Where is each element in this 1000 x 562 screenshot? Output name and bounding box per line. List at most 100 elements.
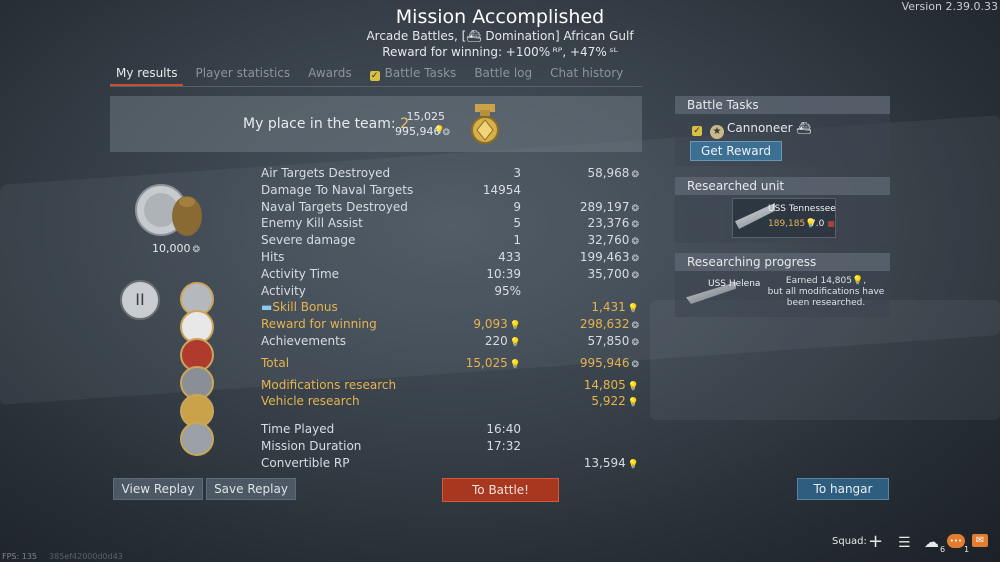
mail-icon[interactable]: ✉	[972, 534, 988, 547]
stat-reward: 289,197 ❂	[580, 200, 639, 214]
total-sl-value: 995,946	[579, 355, 630, 370]
research-status: Earned 14,805💡, but all modifications hav…	[767, 276, 885, 308]
silver-lion-icon: ❂	[631, 237, 639, 248]
research-row: Vehicle research 5,922 💡	[261, 394, 651, 411]
achievement-icon[interactable]	[180, 422, 214, 456]
tab-battle-tasks[interactable]: ✓ Battle Tasks	[364, 64, 463, 84]
tab-my-results[interactable]: My results	[110, 64, 184, 86]
unit-br-value: 7.0	[810, 219, 825, 229]
get-reward-button[interactable]: Get Reward	[690, 141, 782, 161]
stat-label: Achievements	[261, 333, 347, 348]
stats-table: Air Targets Destroyed 3 58,968 ❂ Damage To …	[261, 166, 651, 473]
save-replay-button[interactable]: Save Replay	[206, 478, 296, 500]
tab-bar: My results Player statistics Awards ✓ Bat…	[110, 64, 635, 86]
stat-count: 1	[513, 233, 521, 248]
total-rp: 15,025 💡	[466, 356, 521, 370]
tab-divider	[110, 86, 642, 87]
medal-icon[interactable]	[470, 104, 500, 144]
squad-label: Squad:	[832, 536, 867, 547]
rp-icon: 💡	[627, 304, 639, 315]
stat-reward: 298,632 ❂	[580, 317, 639, 331]
friends-count: 6	[940, 545, 946, 554]
research-unit-name[interactable]: USS Helena	[708, 279, 760, 289]
silver-lion-icon: ❂	[631, 321, 639, 332]
time-label: Mission Duration	[261, 438, 362, 453]
build-hash: 385ef42000d0d43	[49, 552, 123, 561]
stat-row: Achievements 220 💡 57,850 ❂	[261, 334, 651, 351]
research-value: 5,922 💡	[591, 394, 639, 408]
team-place-label: My place in the team:	[243, 116, 396, 132]
checkbox-icon: ✓	[692, 126, 702, 136]
list-icon[interactable]: ☰	[898, 535, 911, 551]
stat-reward: 1,431 💡	[591, 300, 639, 314]
left-reward: 10,000 ❂	[152, 242, 200, 255]
achievement-stack[interactable]	[180, 282, 214, 456]
rp-icon: 💡	[509, 321, 521, 332]
convertible-label: Convertible RP	[261, 455, 350, 470]
stat-label: Activity Time	[261, 266, 340, 281]
chat-icon[interactable]: •••	[947, 534, 965, 548]
tab-awards[interactable]: Awards	[302, 64, 357, 84]
place-sl-value: 995,946	[395, 125, 441, 138]
unit-rp-value: 189,185	[768, 219, 806, 229]
stat-reward: 199,463 ❂	[580, 250, 639, 264]
stat-rp-value: 9,093	[473, 317, 508, 332]
stat-reward-value: 35,700	[587, 266, 630, 281]
stat-row: Air Targets Destroyed 3 58,968 ❂	[261, 166, 651, 183]
add-squad-member-icon[interactable]: +	[868, 531, 883, 552]
friends-icon[interactable]: ☁	[924, 533, 939, 551]
stat-count: 3	[513, 166, 521, 180]
stat-label: Naval Targets Destroyed	[261, 199, 408, 214]
stat-reward: 32,760 ❂	[587, 233, 639, 247]
chat-count: 1	[964, 545, 970, 554]
unit-br: 7.0 ▦	[810, 219, 835, 229]
stat-count: 220 💡	[485, 334, 521, 348]
stat-row: Severe damage 1 32,760 ❂	[261, 233, 651, 250]
stat-row: ▬Skill Bonus 1,431 💡	[261, 300, 651, 317]
stat-reward-value: 32,760	[587, 233, 630, 248]
convertible-value-text: 13,594	[583, 455, 626, 470]
time-value: 16:40	[486, 422, 521, 437]
research-value: 14,805 💡	[584, 378, 639, 392]
background-ship-2	[650, 300, 1000, 420]
stat-row: Naval Targets Destroyed 9 289,197 ❂	[261, 200, 651, 217]
convertible-row: Convertible RP 13,594 💡	[261, 456, 651, 473]
silver-lions-reward-icon	[135, 184, 202, 236]
stat-reward-value: 57,850	[587, 333, 630, 348]
tab-battle-log[interactable]: Battle log	[468, 64, 538, 84]
left-reward-value: 10,000	[152, 242, 191, 255]
tab-player-statistics[interactable]: Player statistics	[189, 64, 296, 84]
fps-value: FPS: 135	[2, 552, 38, 561]
research-row: Modifications research 14,805 💡	[261, 378, 651, 395]
time-row: Mission Duration 17:32	[261, 439, 651, 456]
stat-count: 9	[513, 199, 521, 214]
stat-row: Activity Time 10:39 35,700 ❂	[261, 267, 651, 284]
checkbox-icon: ✓	[369, 71, 380, 81]
silver-lion-icon: ❂	[631, 170, 639, 180]
convertible-value: 13,594 💡	[584, 456, 639, 470]
battle-task-item[interactable]: ✓ ★ Cannoneer ⛴	[692, 121, 812, 139]
research-earned: Earned 14,805	[785, 276, 852, 286]
stat-reward-value: 58,968	[587, 166, 630, 180]
reward-line: Reward for winning: +100% ᴿᴾ, +47% ˢᴸ	[382, 45, 618, 59]
stat-count: 5	[513, 216, 521, 231]
rp-icon: 💡	[509, 337, 521, 348]
research-label: Vehicle research	[261, 394, 360, 409]
place-rp-value: 15,025	[406, 110, 446, 123]
stat-row: Activity 95%	[261, 284, 651, 301]
silver-lion-icon: ❂	[631, 270, 639, 281]
stat-count: 10:39	[486, 266, 521, 281]
time-row: Time Played 16:40	[261, 422, 651, 439]
stat-reward: 23,376 ❂	[587, 216, 639, 230]
to-battle-button[interactable]: To Battle!	[442, 478, 559, 502]
team-place: My place in the team: 2	[243, 116, 409, 132]
stat-label: Reward for winning	[261, 317, 377, 332]
stat-count: 9,093 💡	[473, 317, 521, 331]
view-replay-button[interactable]: View Replay	[113, 478, 203, 500]
rp-icon: 💡	[509, 359, 521, 370]
tab-chat-history[interactable]: Chat history	[544, 64, 629, 84]
stat-label: Severe damage	[261, 233, 356, 248]
to-hangar-button[interactable]: To hangar	[797, 478, 889, 500]
researching-progress-header: Researching progress	[675, 253, 890, 271]
silver-lion-icon: ❂	[442, 128, 451, 138]
